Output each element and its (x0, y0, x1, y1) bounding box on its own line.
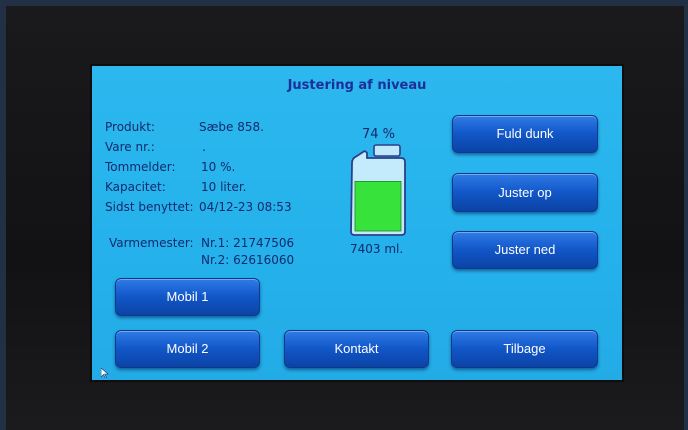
juster-op-button[interactable]: Juster op (452, 173, 598, 212)
info-label: Tommelder: (105, 160, 176, 174)
full-dunk-button[interactable]: Fuld dunk (452, 115, 598, 153)
mobil-2-button[interactable]: Mobil 2 (115, 330, 260, 368)
info-label: Varmemester: (109, 236, 194, 250)
info-value: 10 %. (201, 160, 236, 174)
fill-percent: 74 % (362, 127, 396, 142)
info-label: Produkt: (105, 120, 155, 134)
info-value: 10 liter. (201, 180, 247, 194)
touch-screen: Justering af niveau Produkt: Sæbe 858. V… (92, 66, 622, 380)
info-label: Vare nr.: (105, 140, 155, 154)
mobil-1-button[interactable]: Mobil 1 (115, 278, 260, 316)
fill-volume: 7403 ml. (350, 242, 404, 256)
info-value: . (202, 140, 206, 154)
phone-number-2: Nr.2: 62616060 (201, 253, 295, 267)
info-label: Kapacitet: (105, 180, 166, 194)
kontakt-button[interactable]: Kontakt (284, 330, 429, 368)
screen-title: Justering af niveau (287, 78, 427, 93)
canister-icon (350, 144, 406, 236)
tank-fill-level (354, 181, 402, 232)
pointer-cursor-icon (101, 368, 109, 378)
juster-ned-button[interactable]: Juster ned (452, 231, 598, 269)
info-value: Sæbe 858. (199, 120, 264, 134)
info-label: Sidst benyttet: (105, 200, 194, 214)
info-value: 04/12-23 08:53 (199, 200, 292, 214)
tilbage-button[interactable]: Tilbage (451, 330, 598, 368)
device-bezel: Justering af niveau Produkt: Sæbe 858. V… (6, 6, 684, 430)
